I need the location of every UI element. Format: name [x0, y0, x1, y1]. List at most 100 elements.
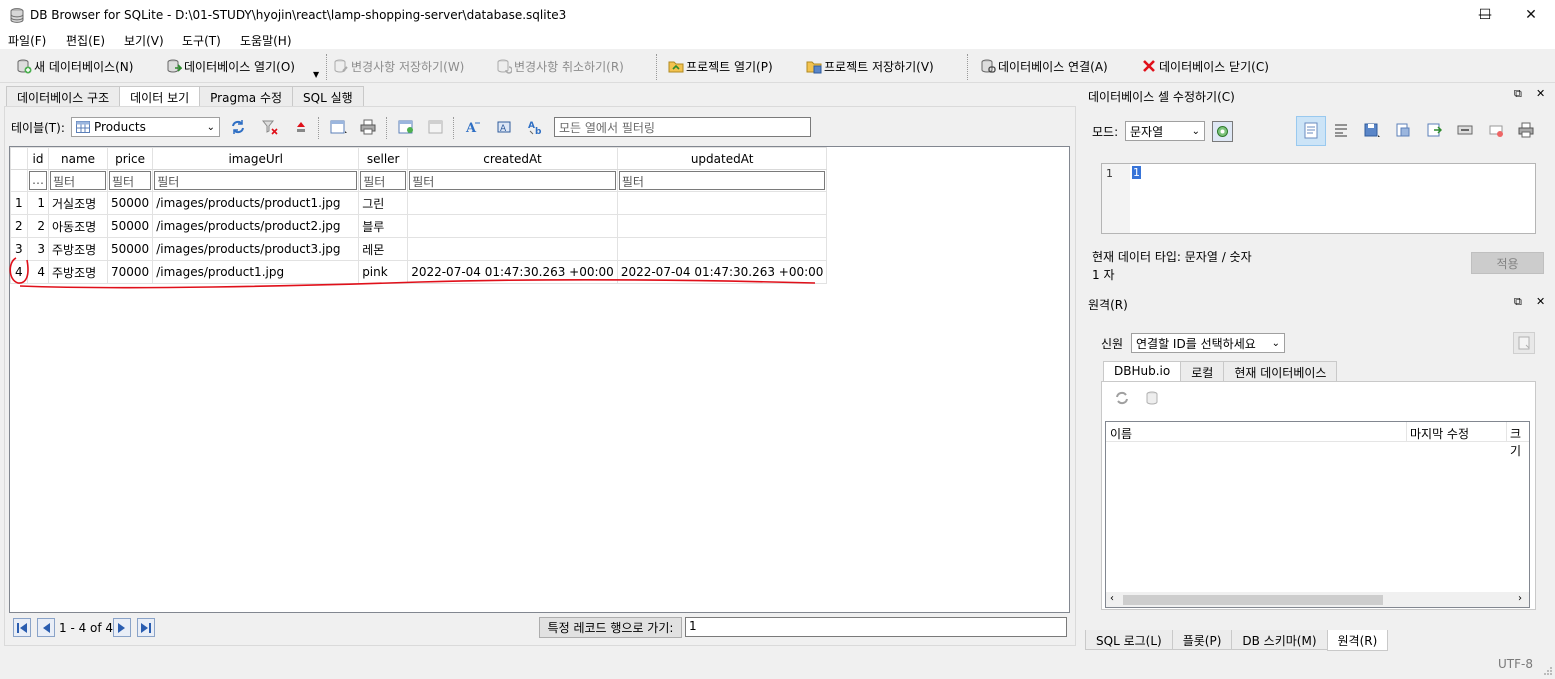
maximize-button[interactable]: ☐ — [1462, 0, 1508, 30]
goto-record-button[interactable]: 특정 레코드 행으로 가기: — [539, 617, 682, 638]
clone-database-icon[interactable] — [1145, 390, 1161, 409]
previous-record-button[interactable] — [37, 618, 55, 637]
column-header-name[interactable]: name — [48, 147, 108, 170]
tab-browse-data[interactable]: 데이터 보기 — [119, 86, 201, 107]
menu-tools[interactable]: 도구(T) — [182, 32, 221, 49]
new-database-button[interactable]: 새 데이터베이스(N) — [16, 56, 133, 76]
remote-settings-icon[interactable] — [1513, 332, 1535, 354]
close-icon[interactable]: ✕ — [1536, 295, 1545, 308]
auto-switch-mode-icon[interactable] — [1212, 121, 1233, 142]
erase-icon[interactable] — [1488, 122, 1504, 141]
corner-cell[interactable] — [10, 147, 28, 170]
data-grid[interactable]: id name price imageUrl seller createdAt … — [9, 146, 1070, 613]
attach-database-button[interactable]: 데이터베이스 연결(A) — [980, 56, 1108, 76]
close-icon[interactable]: ✕ — [1536, 87, 1545, 100]
print-cell-icon[interactable] — [1518, 122, 1534, 141]
column-header-size[interactable]: 크기 — [1510, 425, 1529, 459]
table-row[interactable]: 1 1 거실조명 50000 /images/products/product1… — [10, 191, 828, 215]
tab-dbhub[interactable]: DBHub.io — [1103, 361, 1182, 382]
filter-all-columns-input[interactable]: 모든 열에서 필터링 — [554, 117, 811, 137]
open-project-button[interactable]: 프로젝트 열기(P) — [668, 56, 773, 76]
filter-seller[interactable]: 필터 — [358, 169, 409, 192]
horizontal-scrollbar[interactable]: ‹ › — [1106, 592, 1529, 607]
font-icon[interactable]: A — [465, 119, 481, 138]
cell-createdat[interactable] — [407, 191, 618, 215]
menu-help[interactable]: 도움말(H) — [240, 32, 292, 49]
cell-id[interactable]: 1 — [27, 191, 49, 215]
table-row[interactable]: 2 2 아동조명 50000 /images/products/product2… — [10, 214, 828, 238]
revert-changes-button[interactable]: 변경사항 취소하기(R) — [496, 56, 624, 76]
open-database-button[interactable]: 데이터베이스 열기(O) — [166, 56, 295, 76]
tab-database-structure[interactable]: 데이터베이스 구조 — [6, 86, 121, 106]
filter-name-input[interactable]: 필터 — [50, 171, 106, 190]
text-mode-icon[interactable] — [1296, 116, 1326, 146]
tab-sql-log[interactable]: SQL 로그(L) — [1085, 630, 1173, 650]
delete-record-icon[interactable] — [428, 119, 444, 138]
cell-id[interactable]: 2 — [27, 214, 49, 238]
row-number[interactable]: 2 — [10, 214, 28, 238]
column-header-updatedat[interactable]: updatedAt — [616, 147, 828, 170]
word-wrap-icon[interactable] — [1333, 122, 1349, 141]
filter-updatedat-input[interactable]: 필터 — [618, 171, 826, 190]
format-icon[interactable]: A — [496, 119, 512, 138]
write-changes-button[interactable]: 변경사항 저장하기(W) — [333, 56, 464, 76]
next-record-button[interactable] — [113, 618, 131, 637]
cell-price[interactable]: 50000 — [106, 191, 154, 215]
tab-plot[interactable]: 플롯(P) — [1171, 630, 1233, 650]
remote-file-list[interactable]: 이름 마지막 수정 크기 ‹ › — [1105, 421, 1530, 608]
tab-current-database[interactable]: 현재 데이터베이스 — [1223, 361, 1338, 381]
save-table-icon[interactable] — [330, 119, 348, 138]
editor-text[interactable]: 1 — [1132, 166, 1141, 179]
tab-remote[interactable]: 원격(R) — [1326, 630, 1389, 651]
sort-icon[interactable] — [293, 119, 309, 138]
column-header-modified[interactable]: 마지막 수정 — [1410, 425, 1469, 442]
column-header-id[interactable]: id — [27, 147, 49, 170]
filter-price[interactable]: 필터 — [106, 169, 154, 192]
column-header-price[interactable]: price — [106, 147, 154, 170]
column-header-createdat[interactable]: createdAt — [407, 147, 618, 170]
apply-button[interactable]: 적용 — [1471, 252, 1544, 274]
cell-createdat[interactable] — [407, 214, 618, 238]
table-select[interactable]: Products ⌄ — [71, 117, 220, 137]
cell-editor[interactable]: 1 1 — [1101, 163, 1536, 234]
clear-filters-icon[interactable] — [261, 119, 278, 138]
goto-record-input[interactable]: 1 — [685, 617, 1067, 637]
first-record-button[interactable] — [13, 618, 31, 637]
cell-updatedat[interactable] — [616, 214, 828, 238]
column-header-imageurl[interactable]: imageUrl — [152, 147, 360, 170]
tab-local[interactable]: 로컬 — [1180, 361, 1225, 381]
filter-seller-input[interactable]: 필터 — [360, 171, 407, 190]
scroll-right-icon[interactable]: › — [1518, 593, 1522, 604]
cell-seller[interactable]: 블루 — [358, 214, 409, 238]
insert-record-icon[interactable] — [398, 119, 416, 138]
menu-edit[interactable]: 편집(E) — [66, 32, 105, 49]
find-replace-icon[interactable]: Ab — [527, 119, 545, 138]
menu-view[interactable]: 보기(V) — [124, 32, 164, 49]
filter-id[interactable]: … — [27, 169, 49, 192]
cell-price[interactable]: 50000 — [106, 214, 154, 238]
import-icon[interactable] — [1363, 121, 1381, 142]
menu-file[interactable]: 파일(F) — [8, 32, 46, 49]
cell-name[interactable]: 아동조명 — [48, 214, 108, 238]
scroll-left-icon[interactable]: ‹ — [1110, 593, 1114, 604]
cell-imageurl[interactable]: /images/products/product1.jpg — [152, 191, 360, 215]
float-icon[interactable]: ⧉ — [1514, 295, 1522, 309]
filter-imageurl-input[interactable]: 필터 — [154, 171, 358, 190]
column-header-seller[interactable]: seller — [358, 147, 409, 170]
open-database-dropdown-icon[interactable]: ▼ — [313, 70, 319, 79]
last-record-button[interactable] — [137, 618, 155, 637]
export-icon[interactable] — [1395, 122, 1411, 141]
close-button[interactable]: ✕ — [1508, 0, 1554, 30]
import-file-icon[interactable] — [1426, 122, 1443, 141]
refresh-icon[interactable] — [230, 119, 246, 138]
filter-createdat[interactable]: 필터 — [407, 169, 618, 192]
filter-createdat-input[interactable]: 필터 — [409, 171, 616, 190]
tab-execute-sql[interactable]: SQL 실행 — [292, 86, 364, 106]
column-header-name[interactable]: 이름 — [1110, 425, 1132, 442]
close-database-button[interactable]: 데이터베이스 닫기(C) — [1141, 56, 1269, 76]
filter-updatedat[interactable]: 필터 — [616, 169, 828, 192]
identity-select[interactable]: 연결할 ID를 선택하세요 ⌄ — [1131, 333, 1285, 353]
cell-imageurl[interactable]: /images/products/product2.jpg — [152, 214, 360, 238]
refresh-remote-icon[interactable] — [1114, 390, 1130, 409]
mode-select[interactable]: 문자열 ⌄ — [1125, 121, 1205, 141]
